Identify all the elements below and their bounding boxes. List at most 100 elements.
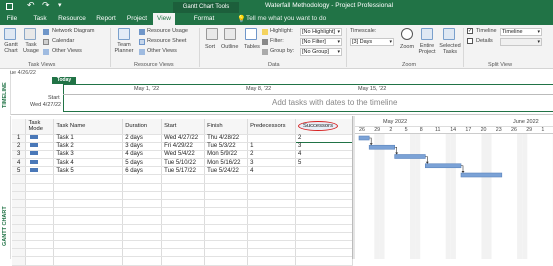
empty-cell[interactable] bbox=[12, 257, 26, 265]
empty-row[interactable] bbox=[12, 257, 353, 265]
details-checkbox[interactable] bbox=[467, 38, 473, 44]
empty-cell[interactable] bbox=[54, 200, 123, 208]
predecessors-cell[interactable]: 1 bbox=[248, 142, 296, 150]
table-row[interactable]: 3Task 34 daysWed 5/4/22Mon 5/9/2224 bbox=[12, 150, 353, 158]
team-planner-button[interactable]: Team Planner bbox=[113, 42, 135, 54]
empty-cell[interactable] bbox=[54, 216, 123, 224]
successors-cell[interactable]: 2 bbox=[296, 134, 353, 142]
tab-view[interactable]: View bbox=[153, 13, 175, 25]
empty-cell[interactable] bbox=[54, 232, 123, 240]
empty-row[interactable] bbox=[12, 208, 353, 216]
col-predecessors[interactable]: Predecessors bbox=[248, 119, 296, 134]
table-row[interactable]: 5Task 56 daysTue 5/17/22Tue 5/24/224 bbox=[12, 167, 353, 175]
empty-cell[interactable] bbox=[162, 208, 205, 216]
empty-cell[interactable] bbox=[248, 249, 296, 257]
empty-cell[interactable] bbox=[296, 208, 353, 216]
empty-cell[interactable] bbox=[123, 175, 162, 183]
outline-button[interactable]: Outline bbox=[221, 44, 238, 50]
predecessors-cell[interactable] bbox=[248, 134, 296, 142]
empty-row[interactable] bbox=[12, 191, 353, 199]
table-row[interactable]: 1Task 12 daysWed 4/27/22Thu 4/28/222 bbox=[12, 134, 353, 142]
table-row[interactable]: 2Task 23 daysFri 4/29/22Tue 5/3/2213 bbox=[12, 142, 353, 150]
empty-cell[interactable] bbox=[296, 216, 353, 224]
empty-cell[interactable] bbox=[12, 183, 26, 191]
finish-cell[interactable]: Thu 4/28/22 bbox=[205, 134, 248, 142]
empty-cell[interactable] bbox=[54, 175, 123, 183]
empty-cell[interactable] bbox=[12, 224, 26, 232]
tab-report[interactable]: Report bbox=[93, 13, 119, 25]
empty-cell[interactable] bbox=[12, 200, 26, 208]
empty-cell[interactable] bbox=[26, 216, 54, 224]
empty-cell[interactable] bbox=[162, 257, 205, 265]
resource-usage-button[interactable]: Resource Usage bbox=[147, 28, 188, 34]
empty-cell[interactable] bbox=[248, 200, 296, 208]
start-cell[interactable]: Tue 5/10/22 bbox=[162, 159, 205, 167]
empty-cell[interactable] bbox=[205, 216, 248, 224]
empty-cell[interactable] bbox=[248, 208, 296, 216]
empty-cell[interactable] bbox=[12, 175, 26, 183]
start-cell[interactable]: Fri 4/29/22 bbox=[162, 142, 205, 150]
empty-cell[interactable] bbox=[205, 249, 248, 257]
empty-row[interactable] bbox=[12, 175, 353, 183]
empty-cell[interactable] bbox=[123, 216, 162, 224]
entire-project-button[interactable]: Entire Project bbox=[417, 43, 437, 55]
resource-sheet-button[interactable]: Resource Sheet bbox=[147, 38, 186, 44]
network-diagram-button[interactable]: Network Diagram bbox=[52, 28, 94, 34]
row-id-cell[interactable]: 3 bbox=[12, 150, 26, 158]
empty-cell[interactable] bbox=[162, 191, 205, 199]
tables-icon[interactable] bbox=[245, 28, 257, 40]
empty-cell[interactable] bbox=[123, 208, 162, 216]
duration-cell[interactable]: 4 days bbox=[123, 150, 162, 158]
task-name-cell[interactable]: Task 3 bbox=[54, 150, 123, 158]
empty-cell[interactable] bbox=[248, 175, 296, 183]
duration-cell[interactable]: 6 days bbox=[123, 167, 162, 175]
empty-cell[interactable] bbox=[162, 175, 205, 183]
task-name-cell[interactable]: Task 2 bbox=[54, 142, 123, 150]
timescale-select[interactable]: [3] Days bbox=[350, 38, 394, 46]
empty-cell[interactable] bbox=[205, 183, 248, 191]
empty-cell[interactable] bbox=[123, 232, 162, 240]
empty-cell[interactable] bbox=[296, 224, 353, 232]
start-cell[interactable]: Tue 5/17/22 bbox=[162, 167, 205, 175]
empty-row[interactable] bbox=[12, 240, 353, 248]
tables-button[interactable]: Tables bbox=[244, 44, 260, 50]
empty-cell[interactable] bbox=[12, 232, 26, 240]
empty-cell[interactable] bbox=[12, 191, 26, 199]
calendar-button[interactable]: Calendar bbox=[52, 38, 74, 44]
outline-icon[interactable] bbox=[224, 28, 236, 40]
selected-tasks-button[interactable]: Selected Tasks bbox=[438, 43, 462, 55]
empty-cell[interactable] bbox=[248, 257, 296, 265]
empty-cell[interactable] bbox=[12, 208, 26, 216]
task-mode-cell[interactable] bbox=[26, 134, 54, 142]
empty-row[interactable] bbox=[12, 224, 353, 232]
col-duration[interactable]: Duration bbox=[123, 119, 162, 134]
empty-cell[interactable] bbox=[54, 249, 123, 257]
predecessors-cell[interactable]: 4 bbox=[248, 167, 296, 175]
empty-cell[interactable] bbox=[296, 175, 353, 183]
col-task-mode[interactable]: Task Mode bbox=[26, 119, 54, 134]
tab-format[interactable]: Format bbox=[190, 13, 218, 25]
empty-cell[interactable] bbox=[54, 208, 123, 216]
empty-cell[interactable] bbox=[296, 191, 353, 199]
empty-cell[interactable] bbox=[12, 240, 26, 248]
successors-cell[interactable]: 5 bbox=[296, 159, 353, 167]
empty-cell[interactable] bbox=[12, 216, 26, 224]
empty-cell[interactable] bbox=[205, 200, 248, 208]
empty-cell[interactable] bbox=[248, 183, 296, 191]
quick-access-dropdown-icon[interactable]: ▾ bbox=[58, 1, 62, 9]
task-mode-cell[interactable] bbox=[26, 150, 54, 158]
empty-cell[interactable] bbox=[205, 257, 248, 265]
col-start[interactable]: Start bbox=[162, 119, 205, 134]
empty-cell[interactable] bbox=[26, 249, 54, 257]
task-name-cell[interactable]: Task 4 bbox=[54, 159, 123, 167]
gantt-task-bar[interactable] bbox=[359, 136, 369, 140]
task-mode-cell[interactable] bbox=[26, 142, 54, 150]
task-mode-cell[interactable] bbox=[26, 159, 54, 167]
empty-cell[interactable] bbox=[296, 257, 353, 265]
col-finish[interactable]: Finish bbox=[205, 119, 248, 134]
start-cell[interactable]: Wed 4/27/22 bbox=[162, 134, 205, 142]
empty-cell[interactable] bbox=[26, 240, 54, 248]
save-icon[interactable] bbox=[6, 3, 13, 10]
empty-cell[interactable] bbox=[123, 257, 162, 265]
team-planner-icon[interactable] bbox=[118, 28, 130, 40]
